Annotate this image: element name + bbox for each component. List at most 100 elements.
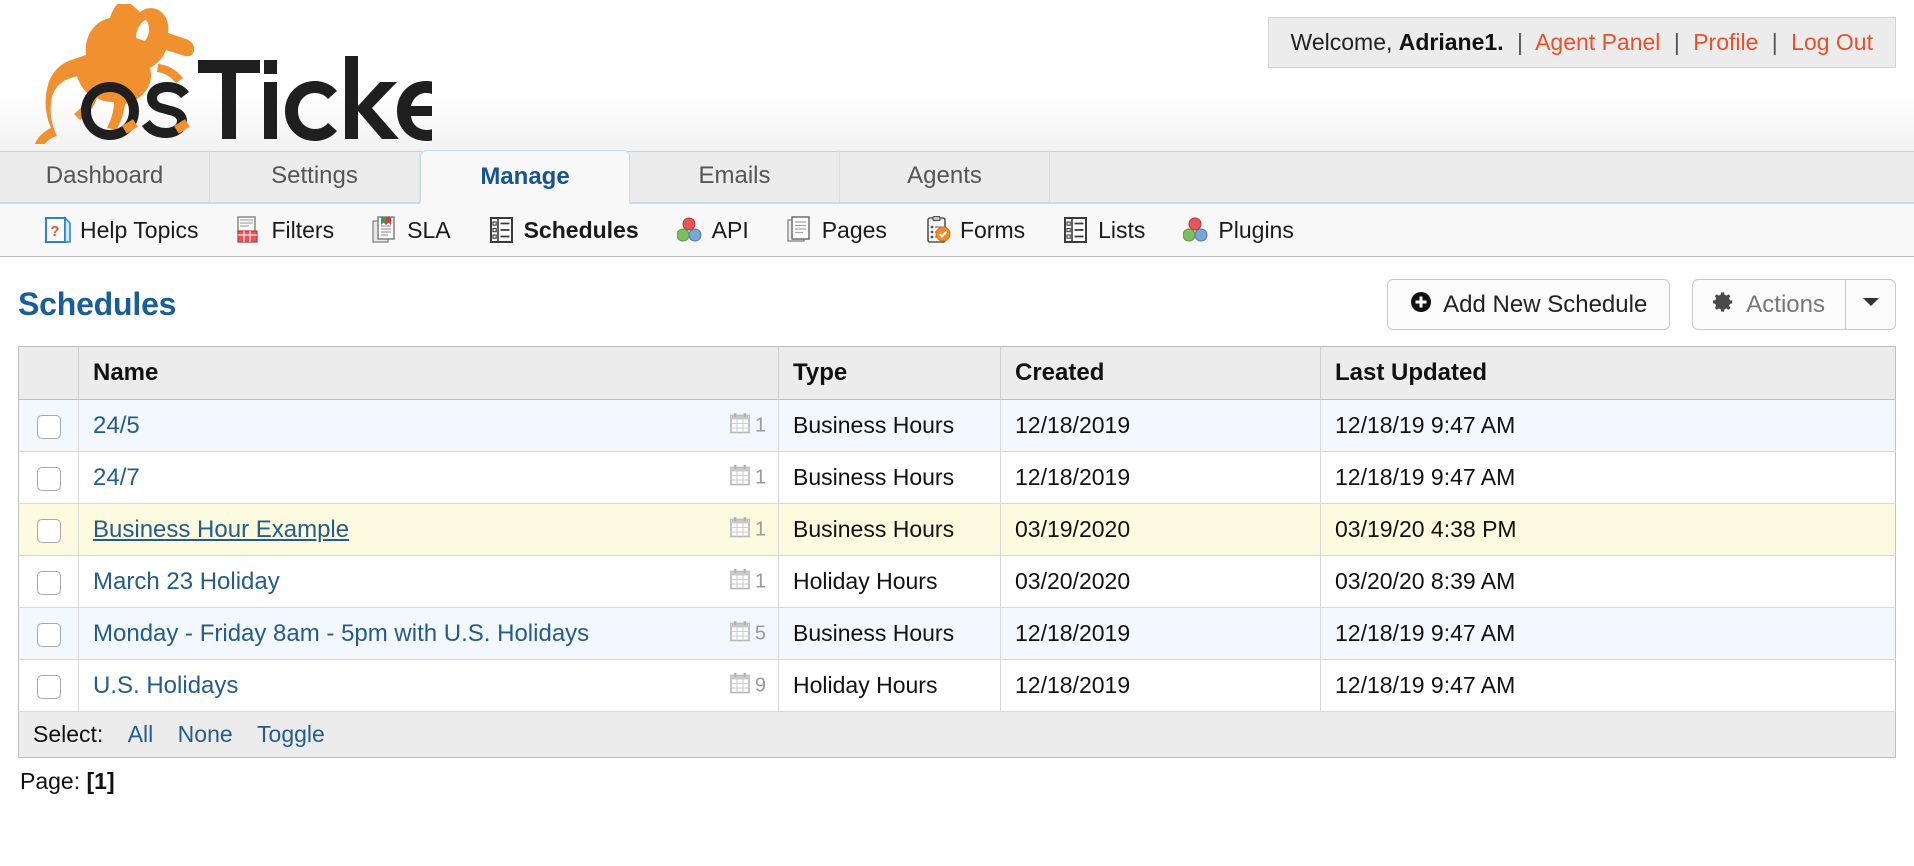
row-updated-cell: 03/19/20 4:38 PM (1320, 503, 1896, 556)
subnav-label-forms: Forms (959, 216, 1026, 243)
actions-button-group[interactable]: Actions (1692, 279, 1896, 330)
subnav-label-schedules: Schedules (523, 216, 639, 243)
welcome-bar: Welcome, Adriane1. | Agent Panel | Profi… (1267, 17, 1896, 69)
calendar-icon (730, 672, 750, 699)
schedule-entry-count: 1 (730, 568, 766, 595)
page-header-row: Schedules Add New Schedule Actions (18, 257, 1896, 346)
row-name-cell: Monday - Friday 8am - 5pm with U.S. Holi… (78, 607, 779, 660)
subnav-item-pages[interactable]: Pages (768, 216, 906, 244)
subnav-item-help-topics[interactable]: ? Help Topics (26, 216, 217, 244)
row-checkbox[interactable] (36, 622, 61, 647)
schedule-icon (489, 216, 515, 244)
row-type-cell: Business Hours (778, 607, 1001, 660)
ostricket-logo[interactable] (12, 4, 432, 144)
manage-subnav: ? Help Topics Filters SLA Schedules API … (0, 204, 1914, 257)
schedule-name-link[interactable]: March 23 Holiday (93, 568, 280, 595)
primary-tabbar: Dashboard Settings Manage Emails Agents (0, 150, 1914, 204)
schedule-entry-count: 1 (730, 412, 766, 439)
schedule-name-link[interactable]: U.S. Holidays (93, 672, 238, 699)
select-toggle-link[interactable]: Toggle (257, 721, 325, 747)
row-checkbox[interactable] (36, 414, 61, 439)
subnav-item-lists[interactable]: Lists (1044, 216, 1164, 244)
table-header-row: Name Type Created Last Updated (18, 346, 1896, 400)
column-header-last-updated[interactable]: Last Updated (1320, 346, 1896, 400)
column-header-name[interactable]: Name (78, 346, 779, 400)
select-all-link[interactable]: All (128, 721, 154, 747)
select-label: Select: (33, 721, 104, 747)
row-checkbox-cell (18, 555, 79, 608)
help-topic-icon: ? (45, 216, 71, 244)
schedule-entry-count: 1 (730, 516, 766, 543)
subnav-item-api[interactable]: API (658, 216, 768, 244)
row-created-cell: 03/19/2020 (1000, 503, 1321, 556)
pages-icon (787, 216, 813, 244)
entry-count-value: 9 (754, 674, 766, 696)
actions-button-label: Actions (1746, 290, 1825, 318)
plus-circle-icon (1410, 291, 1432, 318)
subnav-item-plugins[interactable]: Plugins (1164, 216, 1312, 244)
column-header-created[interactable]: Created (1000, 346, 1321, 400)
row-checkbox[interactable] (36, 570, 61, 595)
row-created-cell: 12/18/2019 (1000, 659, 1321, 712)
table-row[interactable]: 24/5 1 Business Hours 12/18/2019 12/18/19 9:… (18, 399, 1896, 452)
welcome-separator-1: | (1516, 29, 1523, 55)
subnav-label-plugins: Plugins (1218, 216, 1294, 243)
table-row[interactable]: March 23 Holiday 1 Holiday Hours 03/20/2020… (18, 555, 1896, 608)
subnav-item-filters[interactable]: Filters (217, 216, 353, 244)
select-none-link[interactable]: None (178, 721, 233, 747)
subnav-label-api: API (711, 216, 749, 243)
welcome-separator-3: | (1771, 29, 1778, 55)
row-checkbox-cell (18, 399, 79, 452)
tab-manage[interactable]: Manage (420, 150, 630, 204)
row-created-cell: 12/18/2019 (1000, 399, 1321, 452)
row-type-cell: Holiday Hours (778, 555, 1001, 608)
agent-panel-link[interactable]: Agent Panel (1535, 29, 1660, 55)
table-row[interactable]: Monday - Friday 8am - 5pm with U.S. Holi… (18, 607, 1896, 660)
table-row[interactable]: Business Hour Example 1 Business Hours 03/1… (18, 503, 1896, 556)
schedules-table-body: 24/5 1 Business Hours 12/18/2019 12/18/19 9:… (18, 399, 1896, 712)
forms-icon (925, 216, 951, 244)
subnav-item-forms[interactable]: Forms (906, 216, 1044, 244)
subnav-item-sla[interactable]: SLA (353, 216, 469, 244)
table-row[interactable]: U.S. Holidays 9 Holiday Hours 12/18/2019 12/… (18, 659, 1896, 712)
calendar-icon (730, 516, 750, 543)
tab-agents[interactable]: Agents (840, 150, 1050, 202)
subnav-item-schedules[interactable]: Schedules (470, 216, 658, 244)
row-checkbox[interactable] (36, 518, 61, 543)
actions-button[interactable]: Actions (1693, 280, 1845, 329)
calendar-icon (730, 464, 750, 491)
welcome-username: Adriane1. (1398, 29, 1504, 55)
row-checkbox[interactable] (36, 466, 61, 491)
tab-dashboard[interactable]: Dashboard (0, 150, 210, 202)
schedule-name-link[interactable]: 24/5 (93, 412, 140, 439)
schedule-entry-count: 1 (730, 464, 766, 491)
schedule-name-link[interactable]: 24/7 (93, 464, 140, 491)
api-icon (676, 216, 703, 244)
calendar-icon (730, 412, 750, 439)
calendar-icon (730, 620, 750, 647)
row-checkbox[interactable] (36, 674, 61, 699)
entry-count-value: 5 (754, 622, 766, 644)
row-created-cell: 12/18/2019 (1000, 451, 1321, 504)
row-updated-cell: 12/18/19 9:47 AM (1320, 399, 1896, 452)
tab-emails[interactable]: Emails (630, 150, 840, 202)
logout-link[interactable]: Log Out (1791, 29, 1873, 55)
table-row[interactable]: 24/7 1 Business Hours 12/18/2019 12/18/19 9:… (18, 451, 1896, 504)
schedule-entry-count: 9 (730, 672, 766, 699)
profile-link[interactable]: Profile (1693, 29, 1758, 55)
entry-count-value: 1 (754, 518, 766, 540)
schedule-name-link[interactable]: Business Hour Example (93, 516, 349, 543)
sla-icon (372, 216, 398, 244)
row-created-cell: 03/20/2020 (1000, 555, 1321, 608)
row-name-cell: 24/7 1 (78, 451, 779, 504)
add-new-schedule-button[interactable]: Add New Schedule (1387, 279, 1671, 330)
actions-dropdown-toggle[interactable] (1845, 280, 1895, 329)
schedule-name-link[interactable]: Monday - Friday 8am - 5pm with U.S. Holi… (93, 620, 589, 647)
add-new-schedule-label: Add New Schedule (1443, 290, 1648, 318)
page-label: Page: (20, 768, 81, 794)
page-number[interactable]: [1] (87, 768, 115, 794)
row-name-cell: March 23 Holiday 1 (78, 555, 779, 608)
column-header-type[interactable]: Type (778, 346, 1001, 400)
filter-icon (236, 216, 262, 244)
tab-settings[interactable]: Settings (210, 150, 420, 202)
